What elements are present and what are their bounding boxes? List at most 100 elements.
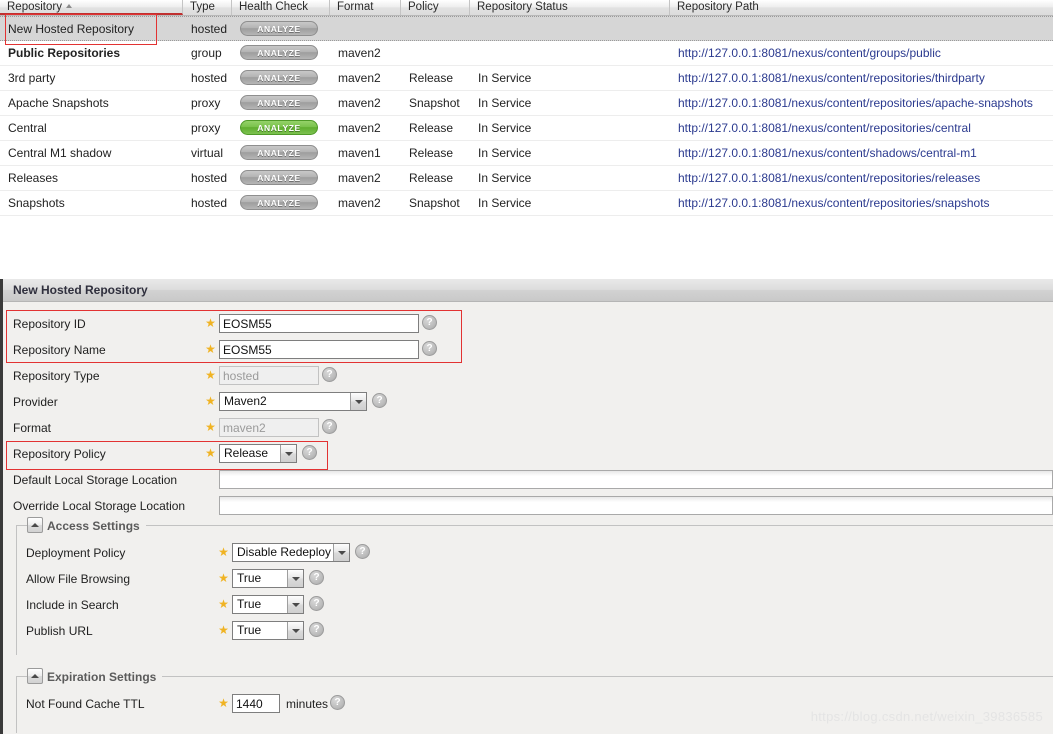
cell-type: virtual: [191, 146, 224, 160]
analyze-button[interactable]: ANALYZE: [240, 145, 318, 160]
cell-policy: Release: [409, 71, 454, 85]
field-row-provider: Provider ★ Maven2 ?: [3, 389, 1053, 415]
table-row[interactable]: Releases hosted ANALYZE maven2 Release In Ser…: [0, 166, 1053, 191]
chevron-down-icon-repository-policy[interactable]: [280, 445, 296, 462]
cell-type: hosted: [191, 71, 228, 85]
cell-path[interactable]: http://127.0.0.1:8081/nexus/content/repo…: [670, 191, 1053, 215]
collapse-icon-expiration-settings[interactable]: [27, 668, 43, 684]
help-icon-allow-file-browsing[interactable]: ?: [309, 570, 324, 585]
cell-path[interactable]: http://127.0.0.1:8081/nexus/content/repo…: [670, 166, 1053, 190]
required-star-repository-id: ★: [205, 316, 216, 330]
cell-path[interactable]: http://127.0.0.1:8081/nexus/content/shad…: [670, 141, 1053, 165]
column-header-health-check[interactable]: Health Check: [232, 0, 330, 15]
label-provider: Provider: [13, 395, 58, 409]
table-row[interactable]: Central proxy ANALYZE maven2 Release In Servi…: [0, 116, 1053, 141]
analyze-button[interactable]: ANALYZE: [240, 170, 318, 185]
sort-ascending-icon: [65, 4, 72, 8]
label-publish-url: Publish URL: [26, 624, 93, 638]
cell-path[interactable]: http://127.0.0.1:8081/nexus/content/grou…: [670, 41, 1053, 65]
chevron-down-icon-provider[interactable]: [350, 393, 366, 410]
select-deployment-policy[interactable]: Disable Redeploy: [232, 543, 350, 562]
analyze-button[interactable]: ANALYZE: [240, 195, 318, 210]
chevron-down-icon-publish-url[interactable]: [287, 622, 303, 639]
input-repository-name[interactable]: [219, 340, 419, 359]
select-provider[interactable]: Maven2: [219, 392, 367, 411]
cell-repository: New Hosted Repository: [8, 22, 135, 36]
table-row[interactable]: Snapshots hosted ANALYZE maven2 Snapshot In S…: [0, 191, 1053, 216]
analyze-button[interactable]: ANALYZE: [240, 45, 318, 60]
input-default-local-storage-location[interactable]: [219, 470, 1053, 489]
cell-path[interactable]: http://127.0.0.1:8081/nexus/content/repo…: [670, 91, 1053, 115]
cell-format: maven2: [338, 196, 381, 210]
select-allow-file-browsing[interactable]: True: [232, 569, 304, 588]
required-star-not-found-cache-ttl: ★: [218, 696, 229, 710]
label-include-in-search: Include in Search: [26, 598, 119, 612]
cell-policy: Release: [409, 146, 454, 160]
help-icon-format[interactable]: ?: [322, 419, 337, 434]
input-not-found-cache-ttl[interactable]: [232, 694, 280, 713]
column-header-policy[interactable]: Policy: [401, 0, 470, 15]
cell-format: maven2: [338, 121, 381, 135]
column-header-repository[interactable]: Repository: [0, 0, 183, 15]
cell-path[interactable]: http://127.0.0.1:8081/nexus/content/repo…: [670, 66, 1053, 90]
help-icon-repository-id[interactable]: ?: [422, 315, 437, 330]
required-star-format: ★: [205, 420, 216, 434]
label-default-local-storage-location: Default Local Storage Location: [13, 473, 178, 487]
cell-format: [330, 17, 401, 41]
select-include-in-search[interactable]: True: [232, 595, 304, 614]
cell-type: group: [191, 46, 222, 60]
help-icon-include-in-search[interactable]: ?: [309, 596, 324, 611]
cell-format: maven2: [338, 46, 381, 60]
cell-path[interactable]: [670, 17, 1053, 41]
help-icon-not-found-cache-ttl[interactable]: ?: [330, 695, 345, 710]
table-row[interactable]: Apache Snapshots proxy ANALYZE maven2 Snapsh…: [0, 91, 1053, 116]
chevron-down-icon-deployment-policy[interactable]: [333, 544, 349, 561]
cell-policy: Release: [409, 171, 454, 185]
repository-grid-panel: Repository Type Health Check Format Poli…: [0, 0, 1053, 278]
column-header-format[interactable]: Format: [330, 0, 401, 15]
analyze-button[interactable]: ANALYZE: [240, 95, 318, 110]
cell-path[interactable]: http://127.0.0.1:8081/nexus/content/repo…: [670, 116, 1053, 140]
help-icon-provider[interactable]: ?: [372, 393, 387, 408]
select-repository-policy-value: Release: [224, 446, 269, 460]
help-icon-deployment-policy[interactable]: ?: [355, 544, 370, 559]
input-override-local-storage-location[interactable]: [219, 496, 1053, 515]
column-header-type[interactable]: Type: [183, 0, 232, 15]
label-not-found-cache-ttl: Not Found Cache TTL: [26, 697, 145, 711]
field-row-repository-id: Repository ID ★ ?: [3, 311, 1053, 337]
column-header-format-label: Format: [337, 1, 374, 13]
label-allow-file-browsing: Allow File Browsing: [26, 572, 131, 586]
analyze-button[interactable]: ANALYZE: [240, 21, 318, 36]
collapse-icon-access-settings[interactable]: [27, 517, 43, 533]
chevron-down-icon-allow-file-browsing[interactable]: [287, 570, 303, 587]
column-header-repository-path[interactable]: Repository Path: [670, 0, 1053, 15]
column-header-repository-status-label: Repository Status: [477, 1, 568, 13]
analyze-button[interactable]: ANALYZE: [240, 120, 318, 135]
analyze-button[interactable]: ANALYZE: [240, 70, 318, 85]
table-row[interactable]: Central M1 shadow virtual ANALYZE maven1 Rel…: [0, 141, 1053, 166]
help-icon-publish-url[interactable]: ?: [309, 622, 324, 637]
column-header-type-label: Type: [190, 1, 215, 13]
table-row[interactable]: New Hosted Repository hosted ANALYZE: [0, 16, 1053, 41]
form-panel-title: New Hosted Repository: [3, 279, 1053, 302]
cell-type: hosted: [191, 196, 228, 210]
cell-type: hosted: [191, 171, 228, 185]
cell-policy: Snapshot: [409, 196, 460, 210]
table-row[interactable]: 3rd party hosted ANALYZE maven2 Release In Se…: [0, 66, 1053, 91]
column-header-health-check-label: Health Check: [239, 1, 309, 13]
field-row-repository-type: Repository Type ★ ?: [3, 363, 1053, 389]
input-repository-id[interactable]: [219, 314, 419, 333]
select-repository-policy[interactable]: Release: [219, 444, 297, 463]
column-header-repository-status[interactable]: Repository Status: [470, 0, 670, 15]
table-row[interactable]: Public Repositories group ANALYZE maven2 htt…: [0, 41, 1053, 66]
help-icon-repository-type[interactable]: ?: [322, 367, 337, 382]
help-icon-repository-name[interactable]: ?: [422, 341, 437, 356]
field-row-deployment-policy: Deployment Policy ★ Disable Redeploy ?: [4, 540, 1053, 566]
required-star-repository-type: ★: [205, 368, 216, 382]
input-repository-type: [219, 366, 319, 385]
select-publish-url[interactable]: True: [232, 621, 304, 640]
chevron-down-icon-include-in-search[interactable]: [287, 596, 303, 613]
field-row-override-local-storage-location: Override Local Storage Location: [3, 493, 1053, 519]
cell-policy: Snapshot: [409, 96, 460, 110]
help-icon-repository-policy[interactable]: ?: [302, 445, 317, 460]
